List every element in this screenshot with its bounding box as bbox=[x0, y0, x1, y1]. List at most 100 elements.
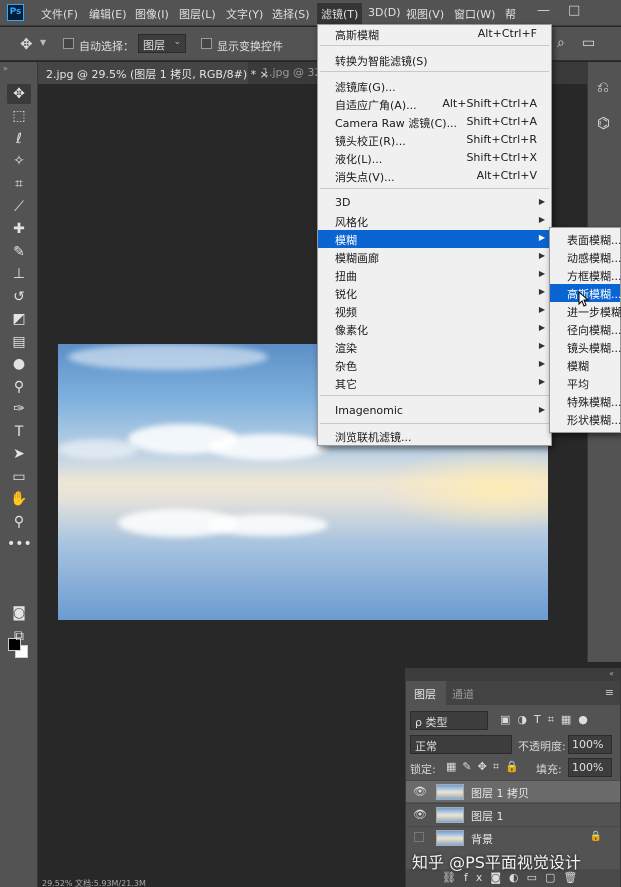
tab-channels[interactable]: 通道 bbox=[452, 686, 474, 702]
menu-image[interactable]: 图像(I) bbox=[135, 6, 169, 22]
menu-item-liquify[interactable]: 液化(L)... Shift+Ctrl+X bbox=[318, 149, 551, 167]
layer-name: 图层 1 拷贝 bbox=[471, 787, 529, 800]
menu-edit[interactable]: 编辑(E) bbox=[89, 6, 127, 22]
blend-mode-select[interactable]: 正常 bbox=[410, 735, 512, 754]
fill-input[interactable]: 100% bbox=[568, 758, 612, 777]
marquee-tool-icon[interactable]: ⬚ bbox=[7, 106, 31, 126]
collapse-icon[interactable]: » bbox=[3, 64, 8, 73]
auto-select-checkbox[interactable] bbox=[63, 38, 74, 49]
menu-item-lens-correction[interactable]: 镜头校正(R)... Shift+Ctrl+R bbox=[318, 131, 551, 149]
menu-item-3d[interactable]: 3D ▶ bbox=[318, 194, 551, 212]
menu-item-noise[interactable]: 杂色 ▶ bbox=[318, 356, 551, 374]
properties-icon[interactable]: ⌬ bbox=[597, 114, 610, 132]
search-icon[interactable]: ⌕ bbox=[557, 35, 565, 51]
menu-item-filter-gallery[interactable]: 滤镜库(G)... bbox=[318, 77, 551, 95]
menu-view[interactable]: 视图(V) bbox=[406, 6, 444, 22]
menu-item-vanishing-point[interactable]: 消失点(V)... Alt+Ctrl+V bbox=[318, 167, 551, 185]
submenu-box-blur[interactable]: 方框模糊... bbox=[550, 266, 621, 284]
menu-item-browse-online[interactable]: 浏览联机滤镜... bbox=[318, 427, 551, 445]
eraser-tool-icon[interactable]: ◩ bbox=[7, 309, 31, 329]
magic-wand-icon[interactable]: ✧ bbox=[7, 151, 31, 171]
menu-select[interactable]: 选择(S) bbox=[272, 6, 310, 22]
fill-label: 填充: bbox=[536, 763, 562, 776]
eyedropper-icon[interactable]: ⟋ bbox=[7, 197, 31, 217]
menu-help[interactable]: 帮 bbox=[505, 6, 516, 22]
menu-window[interactable]: 窗口(W) bbox=[454, 6, 495, 22]
menu-item-render[interactable]: 渲染 ▶ bbox=[318, 338, 551, 356]
menu-type[interactable]: 文字(Y) bbox=[226, 6, 263, 22]
layer-row[interactable]: 背景 🔒 bbox=[406, 826, 620, 848]
menu-item-blur-gallery[interactable]: 模糊画廊 ▶ bbox=[318, 248, 551, 266]
menu-item-blur[interactable]: 模糊 ▶ bbox=[318, 230, 551, 248]
history-brush-icon[interactable]: ↺ bbox=[7, 287, 31, 307]
blur-tool-icon[interactable]: ● bbox=[7, 354, 31, 374]
healing-brush-icon[interactable]: ✚ bbox=[7, 219, 31, 239]
menu-item-other[interactable]: 其它 ▶ bbox=[318, 374, 551, 392]
dodge-tool-icon[interactable]: ⚲ bbox=[7, 377, 31, 397]
menu-item-adaptive-wide-angle[interactable]: 自适应广角(A)... Alt+Shift+Ctrl+A bbox=[318, 95, 551, 113]
brush-tool-icon[interactable]: ✎ bbox=[7, 242, 31, 262]
hand-tool-icon[interactable]: ✋ bbox=[7, 489, 31, 509]
collapse-icon[interactable]: « bbox=[609, 669, 614, 678]
history-icon[interactable]: ⎌ bbox=[597, 78, 609, 96]
submenu-motion-blur[interactable]: 动感模糊... bbox=[550, 248, 621, 266]
crop-tool-icon[interactable]: ⌗ bbox=[7, 174, 31, 194]
chevron-right-icon: ▶ bbox=[538, 233, 545, 242]
menu-item-sharpen[interactable]: 锐化 ▶ bbox=[318, 284, 551, 302]
maximize-icon[interactable]: □ bbox=[568, 3, 580, 18]
submenu-smart-blur[interactable]: 特殊模糊... bbox=[550, 392, 621, 410]
menu-filter[interactable]: 滤镜(T) bbox=[317, 3, 363, 24]
menu-item-gaussian-blur-last[interactable]: 高斯模糊 Alt+Ctrl+F bbox=[318, 25, 551, 43]
layer-row[interactable]: 👁 图层 1 bbox=[406, 803, 620, 825]
layer-filter-select[interactable]: ρ 类型 bbox=[410, 711, 488, 730]
submenu-blur[interactable]: 模糊 bbox=[550, 356, 620, 374]
panel-menu-icon[interactable]: ≡ bbox=[605, 686, 614, 699]
zoom-tool-icon[interactable]: ⚲ bbox=[7, 512, 31, 532]
path-select-icon[interactable]: ➤ bbox=[7, 444, 31, 464]
lock-icons[interactable]: ▦✎✥⌗🔒 bbox=[446, 760, 525, 774]
chevron-right-icon: ▶ bbox=[538, 269, 545, 278]
more-tools-icon[interactable]: ••• bbox=[7, 534, 32, 554]
submenu-average[interactable]: 平均 bbox=[550, 374, 620, 392]
layer-row[interactable]: 👁 图层 1 拷贝 bbox=[406, 780, 620, 802]
lasso-tool-icon[interactable]: ℓ bbox=[7, 129, 31, 149]
chevron-down-icon[interactable]: ▼ bbox=[40, 38, 46, 47]
minimize-icon[interactable]: — bbox=[537, 3, 550, 18]
menu-separator bbox=[320, 395, 549, 396]
pen-tool-icon[interactable]: ✑ bbox=[7, 399, 31, 419]
visibility-toggle[interactable] bbox=[414, 832, 424, 842]
menu-layer[interactable]: 图层(L) bbox=[179, 6, 216, 22]
submenu-radial-blur[interactable]: 径向模糊... bbox=[550, 320, 621, 338]
workspace-icon[interactable]: ▭ bbox=[582, 35, 595, 51]
stamp-tool-icon[interactable]: ⊥ bbox=[7, 264, 31, 284]
screen-mode-icon[interactable]: ⧉ bbox=[7, 626, 31, 646]
menu-item-stylize[interactable]: 风格化 ▶ bbox=[318, 212, 551, 230]
menu-3d[interactable]: 3D(D) bbox=[368, 6, 401, 19]
type-tool-icon[interactable]: T bbox=[7, 422, 31, 442]
shape-tool-icon[interactable]: ▭ bbox=[7, 467, 31, 487]
eye-icon[interactable]: 👁 bbox=[413, 808, 427, 821]
gradient-tool-icon[interactable]: ▤ bbox=[7, 332, 31, 352]
move-tool-icon[interactable]: ✥ bbox=[20, 35, 33, 53]
submenu-surface-blur[interactable]: 表面模糊... bbox=[550, 230, 621, 248]
blend-row: 正常 不透明度: 100% bbox=[410, 735, 616, 755]
layer-filter-icons[interactable]: ▣◑T⌗▦● bbox=[500, 713, 595, 727]
menu-item-distort[interactable]: 扭曲 ▶ bbox=[318, 266, 551, 284]
tab-2jpg[interactable]: 2.jpg @ 29.5% (图层 1 拷贝, RGB/8#) * × bbox=[38, 62, 269, 84]
show-transform-checkbox[interactable] bbox=[201, 38, 212, 49]
tab-layers[interactable]: 图层 bbox=[414, 686, 436, 702]
opacity-input[interactable]: 100% bbox=[568, 735, 612, 754]
menu-file[interactable]: 文件(F) bbox=[41, 6, 78, 22]
chevron-right-icon: ▶ bbox=[538, 305, 545, 314]
menu-item-camera-raw[interactable]: Camera Raw 滤镜(C)... Shift+Ctrl+A bbox=[318, 113, 551, 131]
menu-item-imagenomic[interactable]: Imagenomic ▶ bbox=[318, 402, 551, 420]
menu-item-video[interactable]: 视频 ▶ bbox=[318, 302, 551, 320]
menu-item-convert-smart-filter[interactable]: 转换为智能滤镜(S) bbox=[318, 51, 551, 69]
quick-mask-icon[interactable]: ◙ bbox=[7, 603, 31, 623]
move-tool-icon[interactable]: ✥ bbox=[7, 84, 31, 104]
submenu-shape-blur[interactable]: 形状模糊... bbox=[550, 410, 621, 428]
submenu-lens-blur[interactable]: 镜头模糊... bbox=[550, 338, 621, 356]
eye-icon[interactable]: 👁 bbox=[413, 785, 427, 798]
menu-item-pixelate[interactable]: 像素化 ▶ bbox=[318, 320, 551, 338]
auto-select-dropdown[interactable]: 图层 ⌄ bbox=[138, 34, 186, 53]
